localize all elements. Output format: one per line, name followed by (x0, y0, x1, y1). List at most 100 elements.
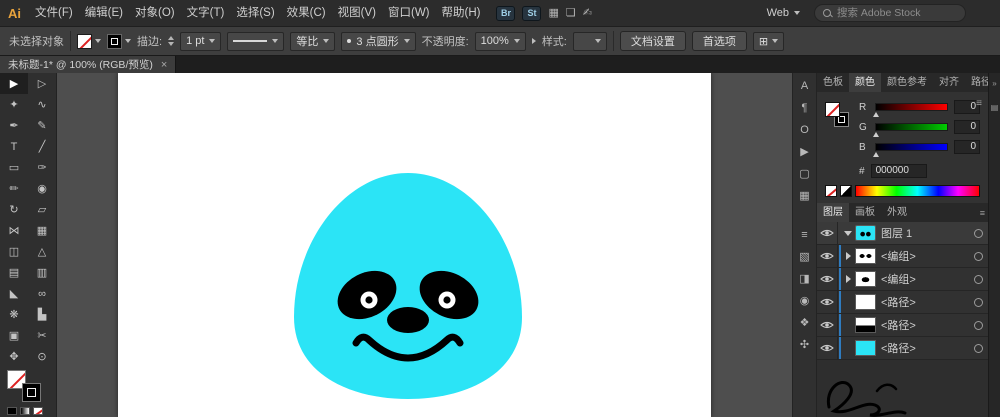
tab-artboards[interactable]: 画板 (849, 203, 881, 222)
document-layout-icon[interactable]: ❏ (566, 6, 576, 21)
appearance-panel-icon[interactable]: ◉ (800, 295, 810, 308)
layer-row-1[interactable]: 图层 1 (817, 222, 988, 245)
dock-grid-icon[interactable]: ▤ (991, 103, 999, 113)
stroke-weight-stepper[interactable] (168, 36, 175, 46)
transparency-panel-arrow-icon[interactable] (531, 38, 536, 44)
expand-arrow-icon[interactable] (843, 275, 853, 283)
target-circle-icon[interactable] (974, 343, 983, 353)
mesh-tool[interactable]: ▤ (0, 262, 28, 283)
stock-search-box[interactable] (814, 4, 966, 22)
fill-color-control[interactable] (77, 33, 101, 49)
panda-nose[interactable] (387, 307, 429, 333)
hex-value-field[interactable]: 000000 (870, 164, 927, 178)
gradient-tool[interactable]: ▥ (28, 262, 56, 283)
artboard-tool[interactable]: ▣ (0, 325, 28, 346)
line-segment-tool[interactable]: ╱ (28, 136, 56, 157)
blue-value[interactable]: 0 (954, 140, 980, 154)
variable-width-profile-dropdown[interactable] (227, 31, 285, 51)
layer-name[interactable]: <路径> (881, 340, 970, 356)
artboards-panel-icon[interactable]: ▢ (799, 168, 809, 181)
target-circle-icon[interactable] (974, 274, 983, 284)
target-circle-icon[interactable] (974, 297, 983, 307)
curvature-tool[interactable]: ✎ (28, 115, 56, 136)
visibility-toggle[interactable] (817, 245, 838, 267)
menu-effect[interactable]: 效果(C) (281, 0, 332, 26)
preferences-button[interactable]: 首选项 (691, 31, 747, 51)
menu-help[interactable]: 帮助(H) (436, 0, 487, 26)
tab-color[interactable]: 颜色 (849, 73, 881, 92)
shape-builder-tool[interactable]: ◫ (0, 241, 28, 262)
pen-tool[interactable]: ✒ (0, 115, 28, 136)
layer-row-6[interactable]: <路径> (817, 337, 988, 360)
layer-row-3[interactable]: <编组> (817, 268, 988, 291)
column-graph-tool[interactable]: ▙ (28, 304, 56, 325)
character-panel-icon[interactable]: A (801, 80, 808, 93)
tab-swatches[interactable]: 色板 (817, 73, 849, 92)
gradient-mode-icon[interactable] (20, 407, 30, 415)
artboard[interactable] (118, 73, 711, 417)
target-circle-icon[interactable] (974, 251, 983, 261)
tab-align[interactable]: 对齐 (933, 73, 965, 92)
zoom-tool[interactable]: ⊙ (28, 346, 56, 367)
hand-tool[interactable]: ✥ (0, 346, 28, 367)
search-input[interactable] (837, 7, 952, 19)
collapse-panels-icon[interactable]: » (992, 79, 996, 89)
workspace-switcher[interactable]: Web (767, 7, 800, 19)
spectrum-none-swatch[interactable] (825, 185, 837, 197)
symbols-panel-icon[interactable]: ✣ (800, 339, 809, 352)
blue-slider[interactable] (873, 143, 948, 157)
blend-tool[interactable]: ∞ (28, 283, 56, 304)
paragraph-panel-icon[interactable]: ¶ (802, 102, 808, 115)
menu-view[interactable]: 视图(V) (332, 0, 382, 26)
panda-right-pupil[interactable] (443, 296, 451, 304)
panel-menu-icon[interactable]: ≡ (980, 208, 985, 218)
layer-row-4[interactable]: <路径> (817, 291, 988, 314)
width-profile-dropdown[interactable]: 等比 (290, 31, 336, 51)
stroke-color-control[interactable] (107, 33, 131, 49)
paintbrush-tool[interactable]: ✑ (28, 157, 56, 178)
transform-panel-icon[interactable]: ▦ (799, 190, 809, 203)
direct-selection-tool[interactable]: ▷ (28, 73, 56, 94)
visibility-toggle[interactable] (817, 314, 838, 336)
scale-tool[interactable]: ▱ (28, 199, 56, 220)
align-options-dropdown[interactable]: ⊞ (752, 31, 785, 51)
menu-window[interactable]: 窗口(W) (382, 0, 436, 26)
color-panel-menu-icon[interactable]: ≡ (976, 98, 982, 109)
close-tab-icon[interactable]: × (161, 59, 167, 71)
layer-row-2[interactable]: <编组> (817, 245, 988, 268)
expand-arrow-icon[interactable] (843, 252, 853, 260)
color-spectrum-bar[interactable] (855, 185, 980, 197)
menu-edit[interactable]: 编辑(E) (79, 0, 129, 26)
touch-workspace-icon[interactable]: ✍ (583, 6, 592, 21)
shaper-tool[interactable]: ◉ (28, 178, 56, 199)
tab-layers[interactable]: 图层 (817, 203, 849, 222)
menu-file[interactable]: 文件(F) (29, 0, 79, 26)
menu-select[interactable]: 选择(S) (230, 0, 280, 26)
bridge-icon[interactable]: Br (496, 5, 516, 21)
layer-name[interactable]: <编组> (881, 271, 970, 287)
gradient-panel-icon[interactable]: ▧ (799, 251, 809, 264)
pencil-tool[interactable]: ✏ (0, 178, 28, 199)
panda-head-shape[interactable] (294, 173, 522, 399)
stock-icon[interactable]: St (522, 5, 542, 21)
stroke-weight-dropdown[interactable]: 1 pt (180, 31, 222, 51)
target-circle-icon[interactable] (974, 228, 983, 238)
document-setup-button[interactable]: 文档设置 (619, 31, 686, 51)
tab-color-guide[interactable]: 颜色参考 (881, 73, 933, 92)
free-transform-tool[interactable]: ▦ (28, 220, 56, 241)
perspective-grid-tool[interactable]: △ (28, 241, 56, 262)
opacity-dropdown[interactable]: 100% (474, 31, 526, 51)
none-mode-icon[interactable] (33, 407, 43, 415)
symbol-sprayer-tool[interactable]: ❋ (0, 304, 28, 325)
canvas[interactable] (57, 73, 792, 417)
graphic-styles-panel-icon[interactable]: ❖ (800, 317, 810, 330)
expand-arrow-icon[interactable] (843, 230, 853, 236)
visibility-toggle[interactable] (817, 222, 838, 244)
color-fill-stroke-proxy[interactable] (825, 100, 851, 140)
rotate-tool[interactable]: ↻ (0, 199, 28, 220)
stroke-panel-icon[interactable]: ≡ (801, 229, 807, 242)
spectrum-bw-swatch[interactable] (840, 185, 852, 197)
eyedropper-tool[interactable]: ◣ (0, 283, 28, 304)
selection-tool[interactable]: ▶ (0, 73, 28, 94)
menu-object[interactable]: 对象(O) (129, 0, 181, 26)
